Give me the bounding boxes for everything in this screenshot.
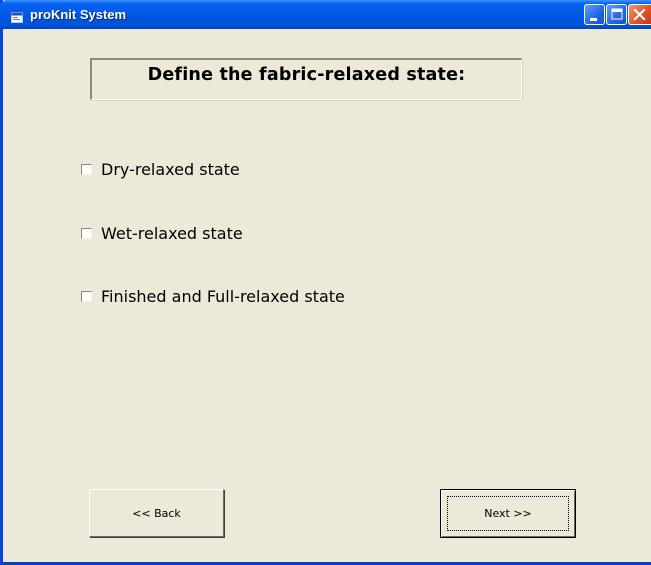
minimize-button[interactable] bbox=[584, 4, 605, 25]
checkbox-full-relaxed[interactable] bbox=[81, 290, 92, 302]
option-label[interactable]: Finished and Full-relaxed state bbox=[101, 287, 345, 306]
option-label[interactable]: Dry-relaxed state bbox=[101, 160, 240, 179]
option-wet-relaxed[interactable]: Wet-relaxed state bbox=[81, 222, 243, 244]
checkbox-dry-relaxed[interactable] bbox=[81, 163, 92, 175]
back-button[interactable]: << Back bbox=[89, 489, 224, 537]
form-heading: Define the fabric-relaxed state: bbox=[147, 64, 466, 85]
option-label[interactable]: Wet-relaxed state bbox=[101, 224, 243, 243]
option-dry-relaxed[interactable]: Dry-relaxed state bbox=[81, 158, 240, 180]
maximize-icon bbox=[611, 8, 623, 20]
maximize-button[interactable] bbox=[606, 4, 627, 25]
back-button-label: << Back bbox=[132, 506, 181, 520]
minimize-icon bbox=[590, 18, 597, 21]
next-button-label: Next >> bbox=[484, 507, 532, 520]
close-icon bbox=[633, 8, 646, 21]
app-window-icon bbox=[11, 8, 23, 23]
proknit-window: proKnit System Define the fabric-relaxed… bbox=[0, 0, 651, 565]
window-title: proKnit System bbox=[30, 7, 127, 22]
next-button[interactable]: Next >> bbox=[440, 489, 576, 538]
option-full-relaxed[interactable]: Finished and Full-relaxed state bbox=[81, 285, 345, 307]
heading-frame: Define the fabric-relaxed state: bbox=[90, 58, 522, 100]
checkbox-wet-relaxed[interactable] bbox=[81, 227, 92, 239]
title-bar[interactable]: proKnit System bbox=[0, 0, 651, 29]
close-button[interactable] bbox=[628, 4, 651, 25]
